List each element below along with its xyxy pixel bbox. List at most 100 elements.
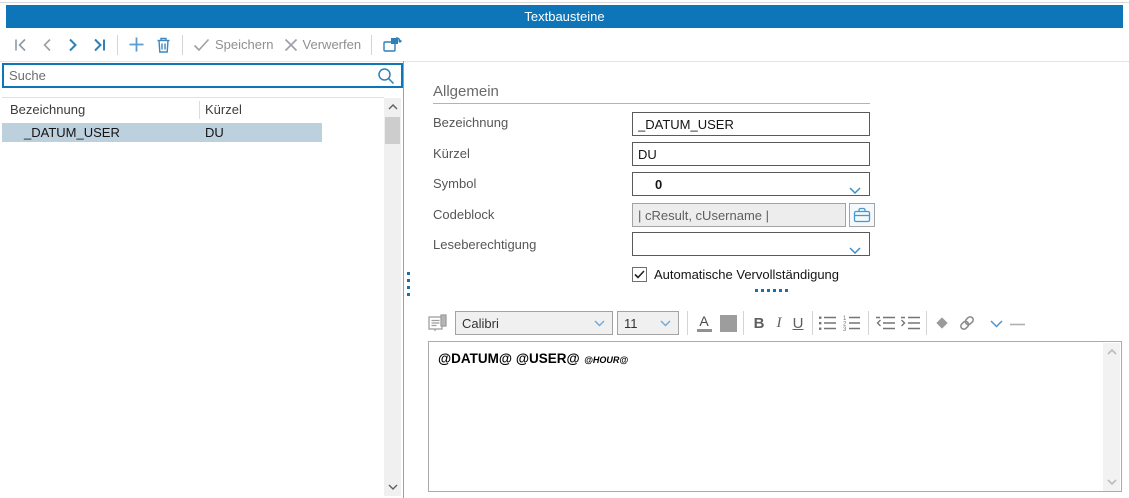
delete-button[interactable] (150, 34, 177, 56)
scroll-down-icon[interactable] (384, 479, 401, 495)
chevron-down-icon (849, 241, 861, 259)
hyperlink-button[interactable] (956, 313, 978, 333)
more-options-button[interactable] (988, 319, 1004, 329)
font-size-dropdown[interactable]: 11 (617, 311, 679, 335)
toolbar-separator (117, 35, 118, 55)
chevron-down-icon (990, 320, 1003, 328)
numbered-list-icon: 1 2 3 (842, 315, 861, 331)
row-bezeichnung: _DATUM_USER (24, 125, 120, 140)
svg-text:3: 3 (843, 327, 847, 331)
editor-scrollbar[interactable] (1103, 343, 1120, 491)
section-rule (433, 103, 870, 104)
snippet-text-hour: @HOUR@ (584, 355, 628, 365)
table-scrollbar[interactable] (384, 98, 401, 496)
highlight-color-button[interactable] (718, 311, 738, 335)
bullet-list-button[interactable] (817, 314, 837, 332)
save-button[interactable]: Speichern (188, 35, 279, 54)
codeblock-field[interactable] (632, 203, 846, 227)
label-codeblock: Codeblock (433, 207, 494, 222)
chevron-down-icon (660, 314, 671, 332)
chevron-down-icon (594, 314, 605, 332)
nav-next-button[interactable] (60, 35, 86, 55)
trash-icon (155, 36, 172, 54)
window-top-border (0, 2, 1129, 3)
copy-record-icon (382, 36, 402, 54)
pane-splitter-line (403, 61, 404, 498)
outdent-button[interactable] (874, 314, 896, 332)
editor-separator (812, 311, 813, 335)
numbered-list-button[interactable]: 1 2 3 (841, 314, 861, 332)
underline-glyph: U (793, 315, 804, 332)
font-color-button[interactable]: A (694, 311, 714, 335)
scroll-up-icon[interactable] (1103, 344, 1120, 360)
toolbar-separator (371, 35, 372, 55)
textblock-icon (427, 313, 449, 333)
column-header-bezeichnung[interactable]: Bezeichnung (10, 102, 85, 117)
checkmark-icon (634, 270, 645, 279)
save-check-icon (193, 38, 210, 52)
bold-button[interactable]: B (749, 311, 769, 335)
add-button[interactable] (123, 34, 150, 55)
leseberechtigung-dropdown[interactable] (632, 232, 870, 256)
table-row[interactable]: _DATUM_USER DU (2, 123, 322, 142)
font-size-value: 11 (618, 316, 660, 331)
font-family-value: Calibri (456, 316, 594, 331)
autocomplete-checkbox[interactable] (632, 267, 647, 282)
scrollbar-thumb[interactable] (385, 117, 400, 144)
diamond-icon (934, 315, 950, 331)
chevron-down-icon (849, 181, 861, 199)
symbol-dropdown[interactable]: 0 (632, 172, 870, 196)
editor-separator (743, 311, 744, 335)
outdent-icon (875, 315, 896, 331)
indent-button[interactable] (899, 314, 921, 332)
editor-splitter-handle[interactable] (755, 289, 788, 292)
search-icon[interactable] (377, 67, 395, 85)
font-family-dropdown[interactable]: Calibri (455, 311, 613, 335)
pane-splitter-handle[interactable] (407, 272, 410, 296)
column-header-kuerzel[interactable]: Kürzel (205, 102, 242, 117)
kuerzel-field[interactable] (632, 142, 870, 166)
editor-separator (926, 311, 927, 335)
nav-first-button[interactable] (8, 35, 34, 55)
nav-last-icon (91, 37, 107, 53)
discard-x-icon (284, 38, 298, 52)
label-symbol: Symbol (433, 176, 476, 191)
section-title: Allgemein (433, 83, 499, 100)
copy-record-button[interactable] (377, 34, 407, 56)
font-color-bar-icon (697, 329, 712, 332)
snippet-table: Bezeichnung Kürzel _DATUM_USER DU (2, 97, 384, 496)
window-title: Textbausteine (524, 9, 604, 24)
scroll-down-icon[interactable] (1103, 474, 1120, 490)
collapse-button[interactable] (1009, 322, 1025, 326)
highlight-color-icon (720, 315, 737, 332)
font-color-glyph: A (699, 314, 708, 328)
discard-button[interactable]: Verwerfen (279, 35, 367, 54)
link-icon (957, 314, 977, 332)
snippet-text-editor[interactable]: @DATUM@ @USER@ @HOUR@ (428, 341, 1122, 492)
toolbar-bottom-border (0, 61, 1129, 62)
nav-prev-button[interactable] (34, 35, 60, 55)
nav-prev-icon (39, 37, 55, 53)
underline-button[interactable]: U (788, 311, 808, 335)
column-divider[interactable] (199, 101, 200, 119)
nav-first-icon (13, 37, 29, 53)
editor-separator (868, 311, 869, 335)
bold-glyph: B (754, 315, 765, 332)
symbol-value: 0 (633, 177, 662, 192)
scroll-up-icon[interactable] (384, 99, 401, 115)
bezeichnung-field[interactable] (632, 112, 870, 136)
add-icon (128, 36, 145, 53)
codeblock-picker-button[interactable] (849, 203, 875, 227)
textblock-insert-button[interactable] (427, 312, 449, 334)
italic-button[interactable]: I (771, 311, 787, 335)
indent-icon (900, 315, 921, 331)
window-titlebar: Textbausteine (6, 5, 1123, 28)
discard-label: Verwerfen (303, 37, 362, 52)
nav-last-button[interactable] (86, 35, 112, 55)
placeholder-button[interactable] (932, 313, 952, 333)
search-input[interactable] (4, 68, 377, 83)
autocomplete-label: Automatische Vervollständigung (654, 267, 839, 282)
editor-separator (687, 311, 688, 335)
label-leseberechtigung: Leseberechtigung (433, 237, 536, 252)
toolbar-separator (182, 35, 183, 55)
